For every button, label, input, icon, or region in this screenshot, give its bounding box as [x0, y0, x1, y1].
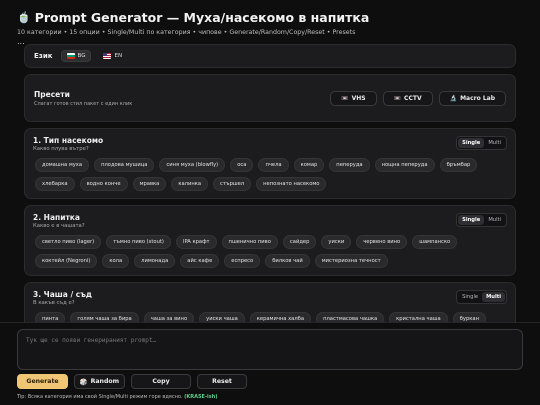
cup-icon: 🍵	[17, 10, 31, 24]
option-chip[interactable]: уиски	[321, 235, 352, 249]
bulgaria-flag-icon	[66, 53, 75, 59]
tip-highlight: (KRASE-ish)	[184, 394, 218, 400]
option-chip[interactable]: водно конче	[79, 177, 128, 191]
category-question: Какво е в чашата?	[33, 223, 85, 229]
preset-label: CCTV	[404, 94, 422, 102]
category-title: 2. Напитка	[33, 213, 80, 222]
option-chip[interactable]: тъмно пиво (stout)	[106, 235, 171, 249]
option-chip[interactable]: оса	[230, 158, 254, 172]
option-chip[interactable]: пчела	[258, 158, 289, 172]
microscope-icon: 🔬	[449, 94, 458, 102]
option-chip[interactable]: калинка	[171, 177, 209, 191]
mode-multi-button[interactable]: Multi	[484, 215, 505, 225]
page-title: 🍵 Prompt Generator — Муха/насекомо в нап…	[17, 9, 523, 25]
mode-single-button[interactable]: Single	[458, 138, 485, 148]
presets-hint: Слагат готов стил пакет с един клик	[34, 100, 133, 107]
language-label: Език	[34, 52, 53, 60]
mode-toggle: Single Multi	[456, 290, 507, 304]
mode-single-button[interactable]: Single	[458, 292, 482, 302]
option-chip[interactable]: бръмбар	[439, 158, 478, 172]
generate-button[interactable]: Generate	[17, 374, 68, 389]
option-chip[interactable]: буркан	[452, 312, 486, 322]
option-chip[interactable]: домашна муха	[35, 158, 90, 172]
option-chip[interactable]: мравка	[132, 177, 167, 191]
title-text: Prompt Generator — Муха/насекомо в напит…	[34, 9, 370, 25]
chip-list: пинта голям чаша за бира чаша за вино уиски…	[33, 312, 507, 322]
preset-label: VHS	[351, 94, 366, 102]
option-chip[interactable]: уиски чаша	[199, 312, 245, 322]
tip-body: Tip: Всяка категория има свой Single/Mul…	[17, 394, 183, 400]
bottom-panel: Тук ще се появи генерираният prompt… Gen…	[0, 322, 540, 405]
option-chip[interactable]: синя муха (blowfly)	[159, 158, 226, 172]
presets-title: Пресети	[34, 89, 70, 99]
language-option-bg[interactable]: BG	[60, 50, 92, 62]
random-label: Random	[90, 378, 120, 385]
language-card: Език BG EN	[24, 44, 516, 68]
chip-list: светло пиво (lager) тъмно пиво (stout) IPA…	[33, 235, 507, 268]
option-chip[interactable]: плодова мушица	[94, 158, 155, 172]
copy-button[interactable]: Copy	[131, 374, 191, 389]
tip-text: Tip: Всяка категория има свой Single/Mul…	[17, 394, 218, 400]
preset-label: Macro Lab	[460, 94, 495, 102]
option-chip[interactable]: кола	[102, 254, 130, 268]
option-chip[interactable]: голям чаша за бира	[70, 312, 139, 322]
option-chip[interactable]: мистериозна течност	[314, 254, 388, 268]
preset-macro-lab-button[interactable]: 🔬 Macro Lab	[438, 90, 506, 106]
preset-vhs-button[interactable]: 📼 VHS	[330, 90, 377, 106]
language-code: BG	[77, 53, 86, 59]
category-title: 3. Чаша / съд	[33, 290, 92, 299]
option-chip[interactable]: IPA крафт	[175, 235, 217, 249]
option-chip[interactable]: нощна пеперуда	[374, 158, 435, 172]
option-chip[interactable]: пинта	[35, 312, 66, 322]
option-chip[interactable]: пшенично пиво	[221, 235, 278, 249]
option-chip[interactable]: кристална чаша	[389, 312, 448, 322]
usa-flag-icon	[103, 53, 112, 59]
option-chip[interactable]: лимонада	[134, 254, 176, 268]
option-chip[interactable]: коктейл (Negroni)	[35, 254, 98, 268]
option-chip[interactable]: непознато насекомо	[256, 177, 327, 191]
mode-multi-button[interactable]: Multi	[482, 292, 505, 302]
mode-toggle: Single Multi	[456, 213, 507, 227]
mode-multi-button[interactable]: Multi	[484, 138, 505, 148]
mode-single-button[interactable]: Single	[458, 215, 485, 225]
videocassette-icon: 📼	[393, 94, 402, 102]
category-title: 1. Тип насекомо	[33, 136, 104, 145]
language-code: EN	[114, 53, 123, 59]
category-question: В какъв съд е?	[33, 300, 75, 306]
videocassette-icon: 📼	[341, 94, 349, 102]
main-scroll-area[interactable]: Език BG EN Пресети Слагат готов стил пак…	[24, 44, 516, 322]
presets-card: Пресети Слагат готов стил пакет с един к…	[24, 74, 516, 122]
option-chip[interactable]: светло пиво (lager)	[35, 235, 102, 249]
option-chip[interactable]: шампанско	[412, 235, 458, 249]
category-card: 3. Чаша / съд В какъв съд е? Single Multi пи…	[24, 282, 516, 322]
mode-toggle: Single Multi	[456, 136, 507, 150]
reset-button[interactable]: Reset	[197, 374, 247, 389]
chip-list: домашна муха плодова мушица синя муха (blo…	[33, 158, 507, 191]
option-chip[interactable]: пластмасова чашка	[316, 312, 385, 322]
category-card: 1. Тип насекомо Какво плува вътре? Single M…	[24, 128, 516, 199]
page-subtitle: 10 категории • 15 опции • Single/Multi п…	[17, 29, 356, 36]
option-chip[interactable]: червено вино	[356, 235, 408, 249]
option-chip[interactable]: стършел	[213, 177, 252, 191]
random-button[interactable]: 🎲 Random	[74, 374, 125, 389]
option-chip[interactable]: чаша за вино	[143, 312, 195, 322]
option-chip[interactable]: комар	[293, 158, 325, 172]
preset-cctv-button[interactable]: 📼 CCTV	[382, 90, 433, 106]
option-chip[interactable]: хлебарка	[35, 177, 75, 191]
dice-icon: 🎲	[79, 378, 88, 386]
option-chip[interactable]: керамична халба	[249, 312, 312, 322]
category-question: Какво плува вътре?	[33, 146, 89, 152]
option-chip[interactable]: еспресо	[224, 254, 261, 268]
language-option-en[interactable]: EN	[97, 50, 128, 62]
option-chip[interactable]: пеперуда	[329, 158, 370, 172]
prompt-output[interactable]: Тук ще се появи генерираният prompt…	[17, 329, 523, 370]
option-chip[interactable]: билков чай	[265, 254, 310, 268]
category-card: 2. Напитка Какво е в чашата? Single Multi св…	[24, 205, 516, 276]
header: 🍵 Prompt Generator — Муха/насекомо в нап…	[0, 0, 540, 46]
option-chip[interactable]: айс кафе	[180, 254, 220, 268]
option-chip[interactable]: сайдер	[282, 235, 317, 249]
